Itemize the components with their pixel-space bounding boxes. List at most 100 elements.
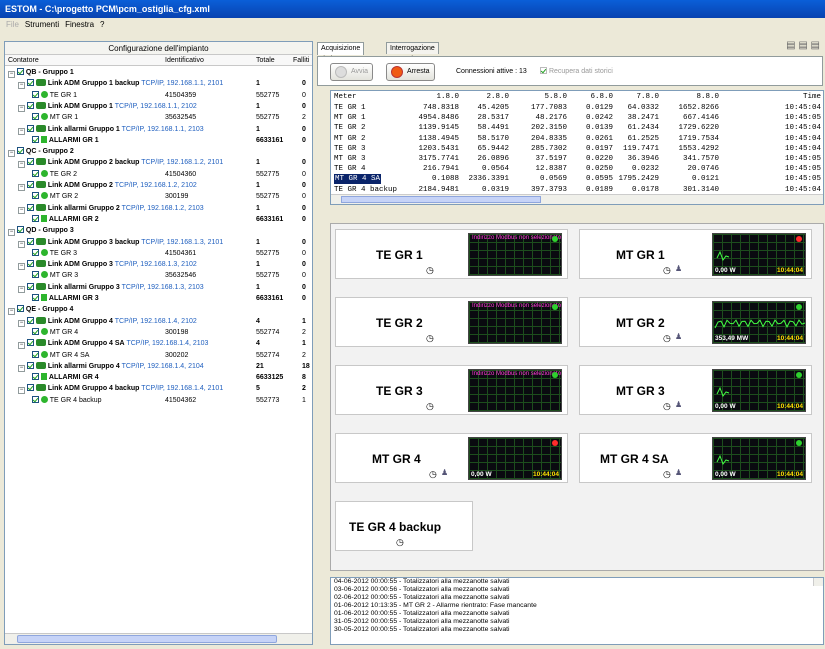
clock-icon[interactable]: ◷ [663,333,671,344]
arrange-icon[interactable]: ▤ [811,40,820,51]
meter-panel[interactable]: MT GR 3 ◷ ♟ 0,00 W 10:44:04 [579,365,812,415]
menu-finestra[interactable]: Finestra [65,20,94,29]
meter-row[interactable]: MT GR 4 SA 0.1088 2336.3391 0.0569 0.0595 179… [331,174,823,185]
tree-meter[interactable]: MT GR 4 SA 300202 552774 2 [5,350,312,361]
tab-interrogazione-manuale[interactable]: Interrogazione manuale [386,42,439,63]
checkbox[interactable] [16,147,24,155]
meter-row[interactable]: TE GR 3 1203.5431 65.9442 285.7302 0.0197 119… [331,144,823,154]
clock-icon[interactable]: ◷ [426,401,434,412]
meter-row[interactable]: TE GR 2 1139.9145 58.4491 202.3150 0.0139 61.… [331,123,823,133]
checkbox[interactable] [32,248,39,256]
expand-icon[interactable]: − [18,127,25,135]
tree-group[interactable]: − QD - Gruppo 3 [5,225,312,237]
menu-help[interactable]: ? [100,20,104,29]
meter-row[interactable]: TE GR 4 216.7941 0.0564 12.8387 0.0250 0.0232… [331,164,823,174]
tree-group[interactable]: − QC - Gruppo 2 [5,146,312,158]
clock-icon[interactable]: ◷ [429,469,437,480]
expand-icon[interactable]: − [18,342,25,350]
meter-row[interactable]: MT GR 1 4954.8486 28.5317 48.2176 0.0242 38.2… [331,113,823,123]
checkbox[interactable] [32,135,39,143]
checkbox[interactable] [32,294,39,301]
expand-icon[interactable]: − [18,387,25,395]
tree-link[interactable]: − Link allarmi Gruppo 2 TCP/IP, 192.168.… [5,203,312,214]
checkbox[interactable] [26,384,34,392]
tab-acquisizione-dati[interactable]: Acquisizione dati [317,42,365,63]
expand-icon[interactable]: − [18,104,25,112]
checkbox[interactable] [32,327,39,335]
checkbox[interactable] [32,169,39,177]
clock-icon[interactable]: ◷ [426,265,434,276]
col-contatore[interactable]: Contatore [8,55,39,66]
config-horizontal-scrollbar[interactable] [5,633,312,644]
expand-icon[interactable]: − [18,161,25,169]
stop-button[interactable]: Arresta [386,63,435,81]
tree-link[interactable]: − Link ADM Gruppo 2 TCP/IP, 192.168.1.2,… [5,180,312,191]
meter-table-header[interactable]: Meter 1.8.0 2.8.0 5.8.0 6.8.0 7.8.0 8.8.0 Time [331,92,823,102]
meter-row[interactable]: TE GR 4 backup 2184.9481 0.0319 397.3793 0.0… [331,185,823,195]
clock-icon[interactable]: ◷ [663,401,671,412]
expand-icon[interactable]: − [18,82,25,90]
checkbox[interactable] [32,395,39,403]
checkbox[interactable] [26,316,34,324]
meter-panel[interactable]: MT GR 2 ◷ ♟ 353,49 MW 10:44:04 [579,297,812,347]
meter-panel[interactable]: TE GR 1 ◷ Indirizzo Modbus non selezionato [335,229,568,279]
meter-panel[interactable]: TE GR 4 backup ◷ [335,501,473,551]
col-identificativo[interactable]: Identificativo [165,55,204,66]
cascade-icon[interactable]: ▤ [798,40,807,51]
checkbox[interactable] [16,226,24,234]
tree-meter[interactable]: MT GR 1 35632545 552775 2 [5,112,312,123]
user-icon[interactable]: ♟ [675,264,682,273]
tree-meter[interactable]: ALLARMI GR 2 6633161 0 [5,214,312,225]
meter-panel[interactable]: TE GR 3 ◷ Indirizzo Modbus non selezionato [335,365,568,415]
clock-icon[interactable]: ◷ [396,537,404,548]
checkbox[interactable] [26,237,34,245]
checkbox[interactable] [32,90,39,98]
checkbox[interactable] [26,124,34,132]
meter-panel[interactable]: TE GR 2 ◷ Indirizzo Modbus non selezionato [335,297,568,347]
meter-table-scrollbar[interactable] [331,194,823,204]
col-totale[interactable]: Totale [256,55,275,66]
checkbox[interactable] [26,260,34,268]
checkbox[interactable] [26,158,34,166]
user-icon[interactable]: ♟ [675,332,682,341]
tree-meter[interactable]: ALLARMI GR 1 6633161 0 [5,135,312,146]
tree-link[interactable]: − Link allarmi Gruppo 4 TCP/IP, 192.168.… [5,361,312,372]
tree-meter[interactable]: MT GR 4 300198 552774 2 [5,327,312,338]
checkbox[interactable] [16,68,24,75]
expand-icon[interactable]: − [8,229,15,237]
checkbox[interactable] [26,339,34,347]
user-icon[interactable]: ♟ [675,400,682,409]
checkbox[interactable] [26,203,34,211]
tree-link[interactable]: − Link ADM Gruppo 4 TCP/IP, 192.168.1.4,… [5,316,312,327]
meter-row[interactable]: MT GR 2 1138.4945 58.5170 204.8335 0.0261 61.… [331,134,823,144]
checkbox[interactable] [32,271,39,279]
tree-meter[interactable]: TE GR 4 backup 41504362 552773 1 [5,395,312,406]
user-icon[interactable]: ♟ [441,468,448,477]
tile-icon[interactable]: ▤ [786,40,795,51]
expand-icon[interactable]: − [18,240,25,248]
col-falliti[interactable]: Falliti [293,55,311,66]
checkbox[interactable] [26,181,34,188]
user-icon[interactable]: ♟ [675,468,682,477]
tree-link[interactable]: − Link ADM Gruppo 3 TCP/IP, 192.168.1.3,… [5,259,312,271]
clock-icon[interactable]: ◷ [663,469,671,480]
menu-strumenti[interactable]: Strumenti [25,20,59,29]
expand-icon[interactable]: − [8,150,15,158]
checkbox[interactable] [26,101,34,109]
checkbox[interactable] [32,350,39,358]
expand-icon[interactable]: − [18,206,25,214]
meter-row[interactable]: MT GR 3 3175.7741 26.0896 37.5197 0.0220 36.3… [331,154,823,164]
tree-link[interactable]: − Link ADM Gruppo 3 backup TCP/IP, 192.1… [5,237,312,248]
tree-link[interactable]: − Link allarmi Gruppo 1 TCP/IP, 192.168.… [5,124,312,135]
checkbox[interactable] [26,79,34,87]
tree-link[interactable]: − Link ADM Gruppo 4 SA TCP/IP, 192.168.1… [5,338,312,350]
tree-link[interactable]: − Link ADM Gruppo 1 backup TCP/IP, 192.1… [5,78,312,90]
tree-meter[interactable]: TE GR 3 41504361 552775 0 [5,248,312,259]
tree-link[interactable]: − Link ADM Gruppo 2 backup TCP/IP, 192.1… [5,157,312,169]
meter-row[interactable]: TE GR 1 748.8318 45.4205 177.7083 0.0129 64.0… [331,103,823,113]
clock-icon[interactable]: ◷ [663,265,671,276]
tree-group[interactable]: − QE - Gruppo 4 [5,304,312,316]
start-button[interactable]: Avvia [330,63,373,81]
expand-icon[interactable]: − [8,71,15,78]
tree-meter[interactable]: MT GR 3 35632546 552775 0 [5,270,312,281]
